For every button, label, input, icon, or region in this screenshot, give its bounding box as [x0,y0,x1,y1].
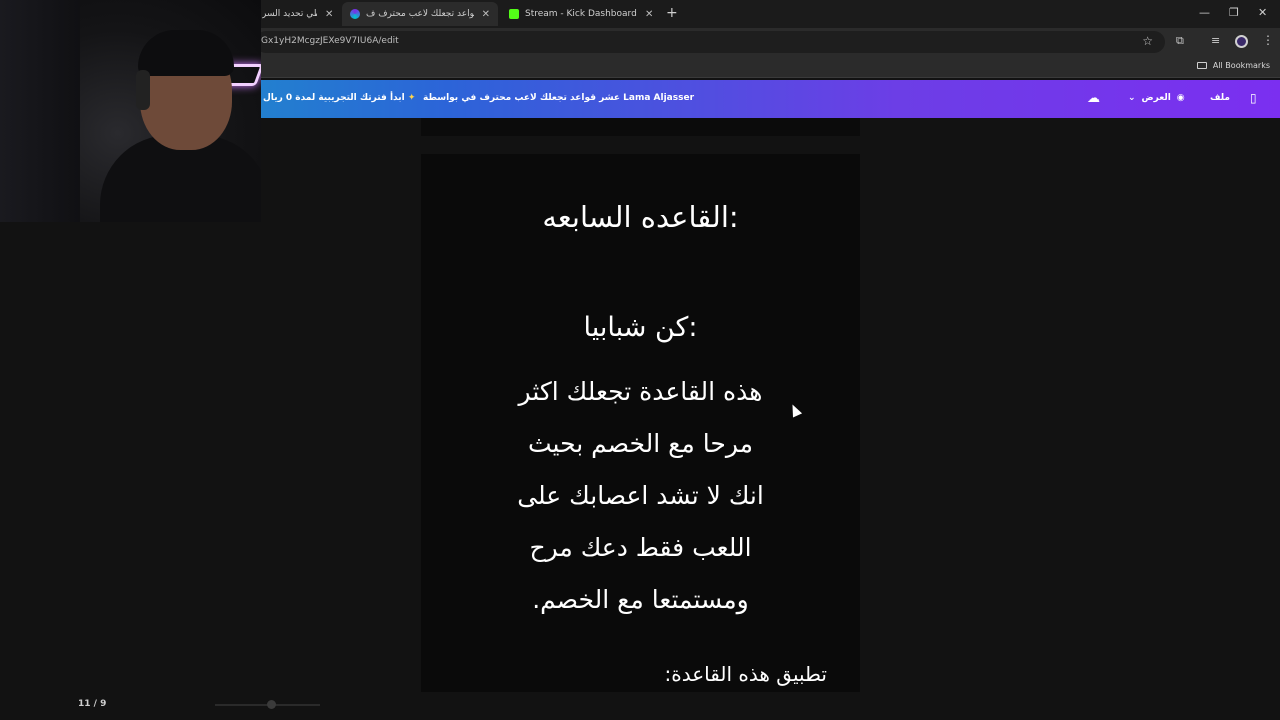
previous-page[interactable] [421,118,860,136]
bookmark-star-icon[interactable]: ☆ [1142,34,1153,48]
extensions-icon[interactable]: ⧉ [1176,34,1184,48]
streamer-hair [138,30,234,76]
page-indicator[interactable]: 11 / 9 [78,699,106,709]
body-line: ومستمتعا مع الخصم. [532,585,749,614]
document-title[interactable]: عشر قواعد تجعلك لاعب محترف في بواسطة Lam… [423,93,694,103]
view-label: العرض [1141,93,1171,103]
folder-icon [1196,62,1207,69]
zoom-slider-handle[interactable] [267,700,276,709]
restore-icon[interactable]: ❐ [1229,6,1239,19]
tab-1[interactable]: تحطي تحديد السر ✕ [262,4,333,24]
tab-close-icon[interactable]: ✕ [325,9,333,20]
tab-close-icon[interactable]: ✕ [482,9,490,20]
trial-button[interactable]: ابدأ فترتك التجريبية لمدة 0 ريال ✦ [263,93,415,103]
screen: تحطي تحديد السر ✕ عشر قواعد تجعلك لاعب م… [0,0,1280,720]
all-bookmarks-label: All Bookmarks [1212,61,1270,70]
address-bar[interactable]: Gx1yH2McgzJEXe9V7IU6A/edit ☆ [255,31,1165,53]
body-line: مرحا مع الخصم بحيث [528,429,753,458]
crown-icon: ✦ [407,93,416,103]
view-menu[interactable]: ⌄ العرض ◉ [1128,93,1185,103]
cloud-save-icon[interactable]: ☁ [1087,91,1100,106]
kick-icon [509,9,519,19]
canva-icon [350,9,360,19]
all-bookmarks-button[interactable]: All Bookmarks [1196,61,1270,70]
page-subheading: كن شبابيا: [583,312,698,343]
tab-label: عشر قواعد تجعلك لاعب محترف ف [366,9,474,19]
file-menu[interactable]: ملف [1210,93,1230,103]
headset [136,70,150,110]
side-panel-icon[interactable]: ▯ [1250,91,1257,105]
browser-menu-icon[interactable]: ⋮ [1262,33,1274,47]
minimize-icon[interactable]: — [1199,6,1210,19]
eye-icon: ◉ [1176,93,1185,103]
page-heading: القاعده السابعه: [542,200,739,234]
webcam-background [0,0,80,222]
media-controls-icon[interactable]: ≡ [1211,34,1220,47]
tab-active-canva[interactable]: عشر قواعد تجعلك لاعب محترف ف ✕ [342,2,498,26]
tab-label: Stream - Kick Dashboard [525,9,637,19]
current-page[interactable]: القاعده السابعه: كن شبابيا: هذه القاعدة … [421,154,860,692]
profile-avatar[interactable] [1235,35,1248,48]
page-footer-line: تطبيق هذه القاعدة: [664,662,827,686]
tab-label: تحطي تحديد السر [262,9,317,19]
chevron-down-icon: ⌄ [1128,93,1136,103]
body-line: انك لا تشد اعصابك على [517,481,764,510]
new-tab-button[interactable]: + [666,5,678,21]
url-text: Gx1yH2McgzJEXe9V7IU6A/edit [261,36,399,46]
trial-label: ابدأ فترتك التجريبية لمدة 0 ريال [263,93,405,103]
body-line: اللعب فقط دعك مرح [529,533,752,562]
close-window-icon[interactable]: ✕ [1258,6,1267,19]
webcam-overlay [0,0,261,222]
tab-close-icon[interactable]: ✕ [645,9,653,20]
tab-kick-dashboard[interactable]: Stream - Kick Dashboard ✕ [509,4,659,24]
